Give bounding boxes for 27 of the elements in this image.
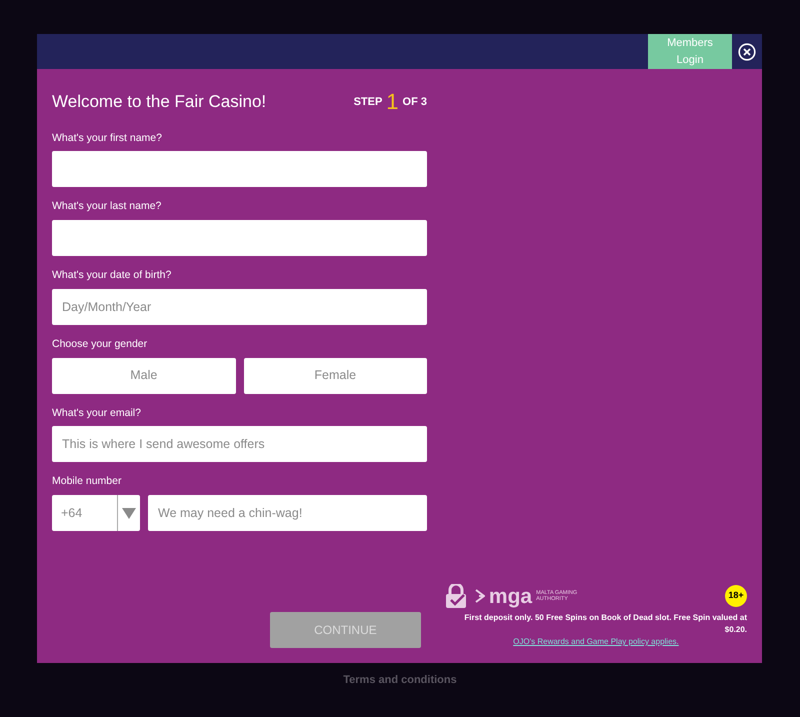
step-total: OF 3	[402, 94, 427, 110]
phone-field[interactable]: We may need a chin-wag!	[148, 495, 427, 531]
policy-link[interactable]: OJO's Rewards and Game Play policy applies.	[513, 637, 679, 646]
members-login-button[interactable]: Members Login	[648, 34, 732, 69]
step-label: STEP	[354, 94, 382, 110]
gender-option[interactable]: Male	[52, 358, 236, 394]
text-field[interactable]: Day/Month/Year	[52, 288, 427, 325]
gender-option[interactable]: Female	[244, 358, 427, 394]
form-title: Welcome to the Fair Casino!	[52, 91, 266, 113]
field-label: Mobile number	[52, 474, 122, 490]
dropdown-caret-icon	[122, 508, 136, 518]
padlock-check-icon	[444, 584, 467, 608]
step-number: 1	[386, 90, 399, 113]
field-label: What's your date of birth?	[52, 268, 172, 283]
field-label: What's your last name?	[52, 199, 162, 214]
text-field[interactable]	[52, 151, 427, 188]
country-code-select[interactable]: +64	[52, 495, 140, 531]
age-restriction-badge: 18+	[725, 585, 747, 607]
terms-heading: Terms and conditions	[342, 673, 458, 688]
field-label: Choose your gender	[52, 336, 148, 352]
regulator-logo-text: mga	[488, 586, 532, 606]
text-field[interactable]: This is where I send awesome offers	[52, 426, 427, 462]
field-label: What's your first name?	[52, 130, 162, 146]
close-icon[interactable]	[738, 42, 756, 60]
text-field[interactable]	[52, 220, 427, 256]
field-label: What's your email?	[52, 406, 141, 420]
offer-terms: First deposit only. 50 Free Spins on Book of Dead slot. Free Spin valued at $0.20.	[463, 612, 747, 636]
